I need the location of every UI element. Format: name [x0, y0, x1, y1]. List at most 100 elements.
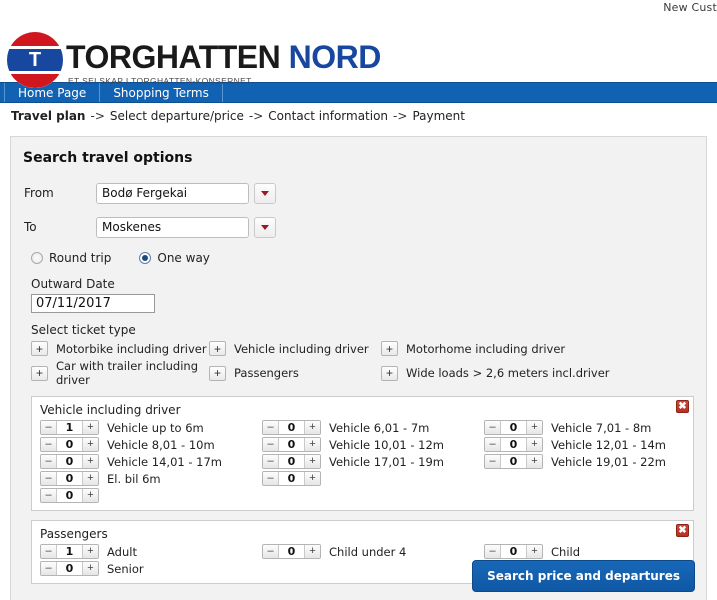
- stepper-value: 1: [57, 421, 82, 434]
- stepper-vehicle-up-to-6m[interactable]: – 1 +: [40, 420, 99, 435]
- ticket-type-motorhome-label: Motorhome including driver: [406, 341, 566, 356]
- plus-icon[interactable]: +: [82, 421, 98, 434]
- to-dropdown-arrow-button[interactable]: [254, 216, 276, 238]
- stepper-vehicle-10-01-12m[interactable]: – 0 +: [262, 437, 321, 452]
- stepper-vehicle-17-01-19m[interactable]: – 0 +: [262, 454, 321, 469]
- stepper-child[interactable]: – 0 +: [484, 544, 543, 559]
- minus-icon[interactable]: –: [41, 489, 57, 502]
- from-select[interactable]: Bodø Fergekai: [96, 182, 249, 204]
- counter-label: Adult: [107, 544, 137, 559]
- breadcrumb-step-select-departure[interactable]: Select departure/price: [110, 109, 244, 123]
- plus-icon[interactable]: +: [526, 421, 542, 434]
- stepper-vehicle-6-01-7m[interactable]: – 0 +: [262, 420, 321, 435]
- plus-icon[interactable]: +: [82, 438, 98, 451]
- outward-date-input[interactable]: 07/11/2017: [31, 294, 155, 313]
- counter-row: – 0 + Vehicle 14,01 - 17m – 0 + Vehicle …: [40, 454, 685, 469]
- group-vehicle-including-driver: ✖ Vehicle including driver – 1 + Vehicle…: [31, 396, 694, 511]
- group-rows: – 1 + Vehicle up to 6m – 0 + Vehicle 6,0…: [40, 420, 685, 503]
- minus-icon[interactable]: –: [263, 472, 279, 485]
- minus-icon[interactable]: –: [263, 438, 279, 451]
- to-select-value: Moskenes: [97, 217, 248, 237]
- stepper-vehicle-14-01-17m[interactable]: – 0 +: [40, 454, 99, 469]
- ticket-type-passengers[interactable]: + Passengers: [209, 359, 381, 387]
- breadcrumb-step-contact-information[interactable]: Contact information: [268, 109, 388, 123]
- stepper-vehicle-19-01-22m[interactable]: – 0 +: [484, 454, 543, 469]
- minus-icon[interactable]: –: [485, 421, 501, 434]
- chevron-down-icon: [261, 224, 269, 230]
- stepper-value: 0: [279, 472, 304, 485]
- counter-cell: – 0 + El. bil 6m: [40, 471, 262, 486]
- ticket-type-motorhome[interactable]: + Motorhome including driver: [381, 341, 706, 356]
- stepper-adult[interactable]: – 1 +: [40, 544, 99, 559]
- counter-row: – 0 + Vehicle 8,01 - 10m – 0 + Vehicle 1…: [40, 437, 685, 452]
- search-price-and-departures-button[interactable]: Search price and departures: [472, 560, 695, 592]
- minus-icon[interactable]: –: [41, 562, 57, 575]
- stepper-extra-row-4[interactable]: – 0 +: [262, 471, 321, 486]
- minus-icon[interactable]: –: [263, 545, 279, 558]
- radio-round-trip[interactable]: [31, 252, 43, 264]
- minus-icon[interactable]: –: [263, 421, 279, 434]
- to-select[interactable]: Moskenes: [96, 216, 249, 238]
- plus-icon[interactable]: +: [82, 472, 98, 485]
- breadcrumb-step-travel-plan[interactable]: Travel plan: [11, 109, 85, 123]
- plus-icon[interactable]: +: [304, 472, 320, 485]
- plus-icon[interactable]: +: [304, 455, 320, 468]
- minus-icon[interactable]: –: [41, 545, 57, 558]
- ticket-type-wide-loads[interactable]: + Wide loads > 2,6 meters incl.driver: [381, 359, 706, 387]
- stepper-vehicle-12-01-14m[interactable]: – 0 +: [484, 437, 543, 452]
- plus-icon[interactable]: +: [304, 421, 320, 434]
- minus-icon[interactable]: –: [41, 421, 57, 434]
- plus-icon[interactable]: +: [82, 455, 98, 468]
- plus-icon[interactable]: +: [209, 341, 226, 356]
- ticket-type-vehicle[interactable]: + Vehicle including driver: [209, 341, 381, 356]
- minus-icon[interactable]: –: [485, 545, 501, 558]
- plus-icon[interactable]: +: [381, 365, 398, 381]
- stepper-el-bil-6m[interactable]: – 0 +: [40, 471, 99, 486]
- outward-date-label: Outward Date: [31, 277, 115, 291]
- stepper-vehicle-7-01-8m[interactable]: – 0 +: [484, 420, 543, 435]
- stepper-child-under-4[interactable]: – 0 +: [262, 544, 321, 559]
- group-title: Vehicle including driver: [40, 403, 181, 417]
- plus-icon[interactable]: +: [304, 438, 320, 451]
- stepper-value: 0: [57, 489, 82, 502]
- logo-letter-t: T: [28, 49, 42, 71]
- counter-label: Vehicle 19,01 - 22m: [551, 454, 666, 469]
- from-dropdown-arrow-button[interactable]: [254, 182, 276, 204]
- plus-icon[interactable]: +: [31, 341, 48, 356]
- stepper-value: 0: [57, 455, 82, 468]
- close-icon[interactable]: ✖: [676, 400, 689, 413]
- trip-type-radio-group: Round trip One way: [31, 248, 706, 268]
- counter-row: – 0 +: [40, 488, 685, 503]
- counter-cell: – 1 + Vehicle up to 6m: [40, 420, 262, 435]
- plus-icon[interactable]: +: [31, 365, 48, 381]
- plus-icon[interactable]: +: [82, 489, 98, 502]
- radio-one-way[interactable]: [139, 252, 152, 264]
- minus-icon[interactable]: –: [263, 455, 279, 468]
- minus-icon[interactable]: –: [41, 472, 57, 485]
- close-icon[interactable]: ✖: [676, 524, 689, 537]
- search-travel-options-panel: Search travel options From Bodø Fergekai…: [10, 136, 707, 600]
- counter-label: Vehicle 12,01 - 14m: [551, 437, 666, 452]
- plus-icon[interactable]: +: [526, 455, 542, 468]
- plus-icon[interactable]: +: [304, 545, 320, 558]
- logo-wordmark-accent: NORD: [288, 39, 382, 75]
- minus-icon[interactable]: –: [485, 438, 501, 451]
- plus-icon[interactable]: +: [209, 365, 226, 381]
- minus-icon[interactable]: –: [485, 455, 501, 468]
- counter-label: Vehicle 10,01 - 12m: [329, 437, 444, 452]
- stepper-extra-row-5[interactable]: – 0 +: [40, 488, 99, 503]
- plus-icon[interactable]: +: [381, 341, 398, 356]
- plus-icon[interactable]: +: [82, 562, 98, 575]
- minus-icon[interactable]: –: [41, 438, 57, 451]
- new-customer-link[interactable]: New Cust: [663, 1, 717, 14]
- ticket-type-motorbike-label: Motorbike including driver: [56, 341, 207, 356]
- stepper-vehicle-8-01-10m[interactable]: – 0 +: [40, 437, 99, 452]
- plus-icon[interactable]: +: [526, 545, 542, 558]
- breadcrumb-step-payment[interactable]: Payment: [412, 109, 465, 123]
- stepper-senior[interactable]: – 0 +: [40, 561, 99, 576]
- plus-icon[interactable]: +: [82, 545, 98, 558]
- ticket-type-car-with-trailer[interactable]: + Car with trailer including driver: [31, 359, 209, 387]
- minus-icon[interactable]: –: [41, 455, 57, 468]
- ticket-type-motorbike[interactable]: + Motorbike including driver: [31, 341, 209, 356]
- plus-icon[interactable]: +: [526, 438, 542, 451]
